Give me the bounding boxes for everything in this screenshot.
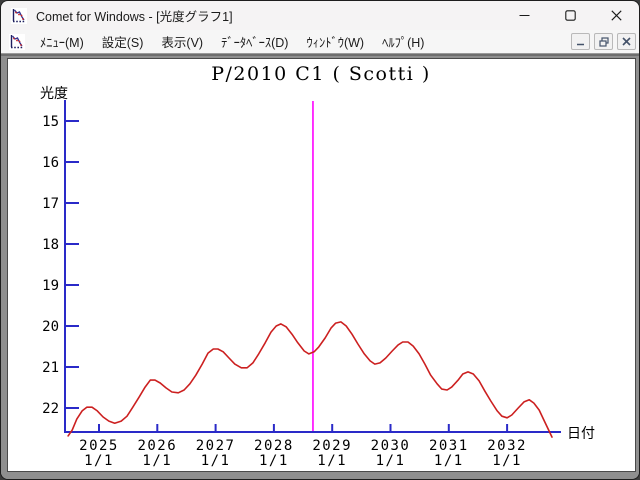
window-frame: 151617181920212220251/120261/120271/1202… — [1, 54, 639, 479]
x-axis-label: 日付 — [567, 426, 595, 442]
minimize-icon — [519, 10, 530, 21]
mdi-minimize-button[interactable] — [571, 33, 590, 50]
y-axis-label: 光度 — [40, 86, 68, 102]
x-tick-sublabel: 1/1 — [201, 453, 231, 469]
x-tick-label: 2025 — [79, 438, 119, 454]
menu-item-help[interactable]: ﾍﾙﾌﾟ(H) — [373, 30, 433, 53]
maximize-icon — [565, 10, 576, 21]
window-title: Comet for Windows - [光度グラフ1] — [36, 6, 233, 25]
chart-title: P/2010 C1 ( Scotti ) — [211, 63, 431, 85]
x-tick-sublabel: 1/1 — [434, 453, 464, 469]
x-tick-sublabel: 1/1 — [376, 453, 406, 469]
x-tick-label: 2027 — [196, 438, 236, 454]
menu-items: ﾒﾆｭｰ(M)設定(S)表示(V)ﾃﾞｰﾀﾍﾞｰｽ(D)ｳｨﾝﾄﾞｳ(W)ﾍﾙﾌ… — [31, 30, 433, 53]
magnitude-curve — [68, 322, 552, 437]
close-button[interactable] — [593, 1, 639, 30]
y-tick-label: 16 — [42, 155, 59, 171]
y-tick-label: 19 — [42, 278, 59, 294]
y-tick-label: 21 — [42, 360, 59, 376]
mdi-system-menu-icon comet-lightcurve-icon[interactable] — [9, 34, 25, 50]
y-tick-label: 22 — [42, 401, 59, 417]
y-tick-label: 20 — [42, 319, 59, 335]
x-tick-sublabel: 1/1 — [142, 453, 172, 469]
x-tick-sublabel: 1/1 — [84, 453, 114, 469]
mdi-close-icon — [622, 37, 631, 46]
x-tick-sublabel: 1/1 — [259, 453, 289, 469]
x-tick-label: 2031 — [429, 438, 469, 454]
title-bar[interactable]: Comet for Windows - [光度グラフ1] — [1, 1, 639, 30]
menu-bar: ﾒﾆｭｰ(M)設定(S)表示(V)ﾃﾞｰﾀﾍﾞｰｽ(D)ｳｨﾝﾄﾞｳ(W)ﾍﾙﾌ… — [1, 30, 639, 54]
chart-client-area: 151617181920212220251/120261/120271/1202… — [7, 58, 636, 472]
y-tick-label: 17 — [42, 196, 59, 212]
menu-item-window[interactable]: ｳｨﾝﾄﾞｳ(W) — [297, 30, 373, 53]
menu-item-menu[interactable]: ﾒﾆｭｰ(M) — [31, 30, 93, 53]
mdi-minimize-icon — [576, 37, 585, 46]
mdi-restore-button[interactable] — [594, 33, 613, 50]
minimize-button[interactable] — [501, 1, 547, 30]
maximize-button[interactable] — [547, 1, 593, 30]
menu-item-settings[interactable]: 設定(S) — [93, 30, 153, 53]
x-tick-sublabel: 1/1 — [317, 453, 347, 469]
close-icon — [611, 10, 622, 21]
x-tick-label: 2029 — [312, 438, 352, 454]
mdi-restore-icon — [599, 37, 609, 47]
x-tick-label: 2032 — [487, 438, 527, 454]
x-tick-label: 2030 — [371, 438, 411, 454]
y-tick-label: 15 — [42, 114, 59, 130]
x-tick-sublabel: 1/1 — [492, 453, 522, 469]
x-tick-label: 2028 — [254, 438, 294, 454]
x-tick-label: 2026 — [137, 438, 177, 454]
app-icon comet-lightcurve-icon — [11, 8, 27, 24]
caption-buttons — [501, 1, 639, 30]
light-curve-chart: 151617181920212220251/120261/120271/1202… — [8, 59, 635, 471]
menu-item-database[interactable]: ﾃﾞｰﾀﾍﾞｰｽ(D) — [212, 30, 297, 53]
app-window: Comet for Windows - [光度グラフ1] — [0, 0, 640, 480]
mdi-child-buttons — [571, 33, 636, 50]
mdi-close-button[interactable] — [617, 33, 636, 50]
menu-item-view[interactable]: 表示(V) — [152, 30, 212, 53]
y-tick-label: 18 — [42, 237, 59, 253]
